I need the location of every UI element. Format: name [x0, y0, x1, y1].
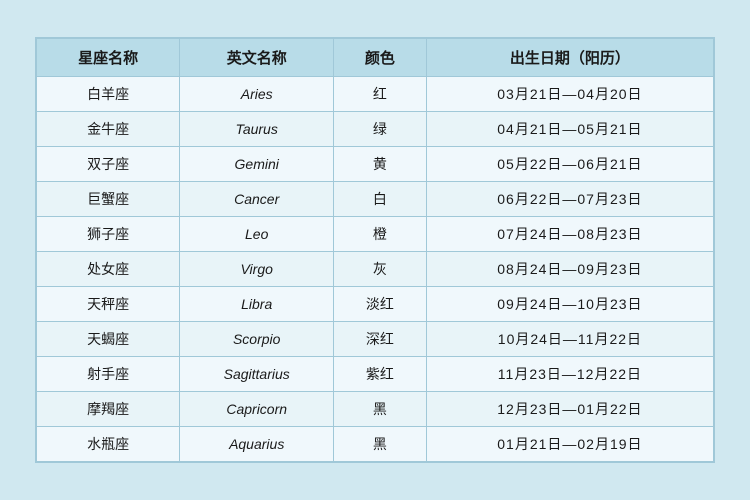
cell-english-name: Libra — [180, 287, 334, 322]
cell-dates: 09月24日—10月23日 — [426, 287, 713, 322]
cell-dates: 03月21日—04月20日 — [426, 77, 713, 112]
zodiac-table-container: 星座名称 英文名称 颜色 出生日期（阳历） 白羊座Aries红03月21日—04… — [35, 37, 715, 463]
table-row: 天蝎座Scorpio深红10月24日—11月22日 — [37, 322, 714, 357]
header-english-name: 英文名称 — [180, 39, 334, 77]
table-row: 金牛座Taurus绿04月21日—05月21日 — [37, 112, 714, 147]
cell-dates: 10月24日—11月22日 — [426, 322, 713, 357]
cell-chinese-name: 天蝎座 — [37, 322, 180, 357]
cell-english-name: Cancer — [180, 182, 334, 217]
cell-color: 灰 — [334, 252, 427, 287]
cell-english-name: Taurus — [180, 112, 334, 147]
cell-chinese-name: 处女座 — [37, 252, 180, 287]
cell-dates: 06月22日—07月23日 — [426, 182, 713, 217]
cell-dates: 08月24日—09月23日 — [426, 252, 713, 287]
cell-english-name: Leo — [180, 217, 334, 252]
cell-color: 橙 — [334, 217, 427, 252]
cell-color: 黑 — [334, 392, 427, 427]
cell-color: 紫红 — [334, 357, 427, 392]
cell-chinese-name: 射手座 — [37, 357, 180, 392]
cell-dates: 01月21日—02月19日 — [426, 427, 713, 462]
cell-english-name: Scorpio — [180, 322, 334, 357]
cell-chinese-name: 白羊座 — [37, 77, 180, 112]
table-row: 双子座Gemini黄05月22日—06月21日 — [37, 147, 714, 182]
cell-dates: 11月23日—12月22日 — [426, 357, 713, 392]
table-row: 巨蟹座Cancer白06月22日—07月23日 — [37, 182, 714, 217]
cell-chinese-name: 金牛座 — [37, 112, 180, 147]
cell-chinese-name: 巨蟹座 — [37, 182, 180, 217]
cell-dates: 04月21日—05月21日 — [426, 112, 713, 147]
zodiac-table: 星座名称 英文名称 颜色 出生日期（阳历） 白羊座Aries红03月21日—04… — [36, 38, 714, 462]
cell-color: 红 — [334, 77, 427, 112]
table-row: 天秤座Libra淡红09月24日—10月23日 — [37, 287, 714, 322]
cell-dates: 12月23日—01月22日 — [426, 392, 713, 427]
cell-chinese-name: 水瓶座 — [37, 427, 180, 462]
cell-chinese-name: 狮子座 — [37, 217, 180, 252]
header-birth-date: 出生日期（阳历） — [426, 39, 713, 77]
cell-chinese-name: 双子座 — [37, 147, 180, 182]
cell-chinese-name: 摩羯座 — [37, 392, 180, 427]
cell-english-name: Gemini — [180, 147, 334, 182]
cell-color: 白 — [334, 182, 427, 217]
cell-color: 黑 — [334, 427, 427, 462]
table-row: 水瓶座Aquarius黑01月21日—02月19日 — [37, 427, 714, 462]
header-color: 颜色 — [334, 39, 427, 77]
cell-english-name: Aries — [180, 77, 334, 112]
cell-color: 绿 — [334, 112, 427, 147]
cell-english-name: Virgo — [180, 252, 334, 287]
cell-english-name: Aquarius — [180, 427, 334, 462]
table-row: 白羊座Aries红03月21日—04月20日 — [37, 77, 714, 112]
cell-chinese-name: 天秤座 — [37, 287, 180, 322]
table-row: 射手座Sagittarius紫红11月23日—12月22日 — [37, 357, 714, 392]
cell-dates: 07月24日—08月23日 — [426, 217, 713, 252]
cell-dates: 05月22日—06月21日 — [426, 147, 713, 182]
table-row: 摩羯座Capricorn黑12月23日—01月22日 — [37, 392, 714, 427]
table-row: 狮子座Leo橙07月24日—08月23日 — [37, 217, 714, 252]
cell-color: 淡红 — [334, 287, 427, 322]
cell-color: 深红 — [334, 322, 427, 357]
table-row: 处女座Virgo灰08月24日—09月23日 — [37, 252, 714, 287]
cell-english-name: Capricorn — [180, 392, 334, 427]
table-header-row: 星座名称 英文名称 颜色 出生日期（阳历） — [37, 39, 714, 77]
cell-english-name: Sagittarius — [180, 357, 334, 392]
header-chinese-name: 星座名称 — [37, 39, 180, 77]
cell-color: 黄 — [334, 147, 427, 182]
